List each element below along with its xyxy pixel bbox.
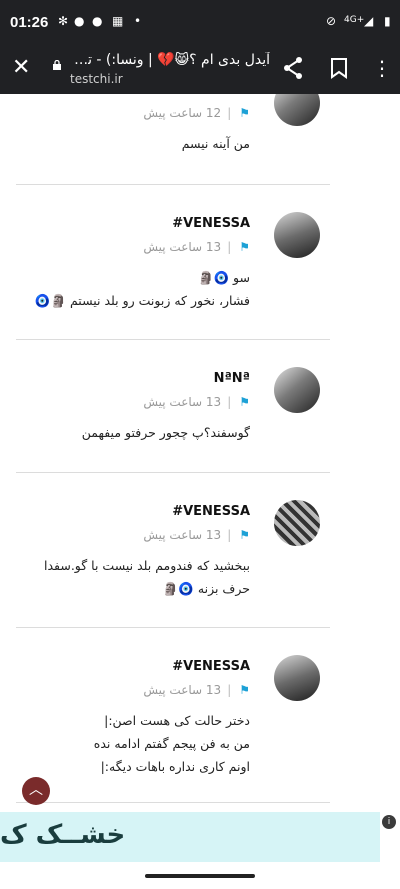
comment-meta: ⚑|13 ساعت پیش (143, 395, 250, 409)
status-time: 01:26 (10, 14, 49, 31)
ad-banner-text: خشــک ک (0, 820, 126, 850)
comment-meta: ⚑|13 ساعت پیش (143, 528, 250, 542)
comment-item: #VENESSA ⚑|13 ساعت پیش دختر حالت کی هست … (16, 627, 330, 803)
bookmark-icon[interactable] (330, 57, 348, 79)
dot-icon: • (134, 14, 142, 28)
pinwheel-icon: ✻ (58, 14, 69, 28)
more-options-icon[interactable]: ⋮ (372, 56, 392, 80)
comments-list: ⚑|12 ساعت پیش من آینه نیسم #VENESSA ⚑|13… (0, 94, 400, 812)
flag-icon[interactable]: ⚑ (239, 240, 250, 254)
comment-time: 13 ساعت پیش (143, 683, 222, 697)
flag-icon[interactable]: ⚑ (239, 395, 250, 409)
avatar[interactable] (274, 212, 320, 258)
comment-author[interactable]: #VENESSA (172, 216, 250, 231)
comment-meta: ⚑|13 ساعت پیش (143, 683, 250, 697)
navigation-bar (0, 862, 400, 889)
notification-badge-icon: ● (74, 14, 85, 28)
ad-banner[interactable]: خشــک ک (0, 812, 380, 862)
comment-text: سو 🧿🗿 فشار، نخور که زبونت رو بلد نیستم 🗿… (0, 266, 250, 312)
scroll-to-top-button[interactable]: ︿ (22, 777, 50, 805)
comment-meta: ⚑|12 ساعت پیش (143, 106, 250, 120)
comment-item: NªNª ⚑|13 ساعت پیش گوسفند؟پ چجور حرفتو م… (16, 339, 330, 473)
comment-item: #VENESSA ⚑|13 ساعت پیش ببخشید که فندومم … (16, 472, 330, 628)
comment-time: 13 ساعت پیش (143, 528, 222, 542)
network-type: 4G+ (344, 15, 365, 25)
home-gesture-handle[interactable] (145, 874, 255, 878)
flag-icon[interactable]: ⚑ (239, 683, 250, 697)
flag-icon[interactable]: ⚑ (239, 528, 250, 542)
ad-info-icon[interactable]: i (382, 815, 396, 829)
comment-text: گوسفند؟پ چجور حرفتو میفهمن (0, 421, 250, 444)
comment-line: دختر حالت کی هست اصن:| (104, 713, 250, 728)
comment-author[interactable]: #VENESSA (172, 659, 250, 674)
comment-line: حرف بزنه 🧿🗿 (162, 581, 250, 596)
comment-line: ببخشید که فندومم بلد نیست با گو.سفدا (43, 558, 250, 573)
comment-author[interactable]: #VENESSA (172, 504, 250, 519)
comment-time: 13 ساعت پیش (143, 395, 222, 409)
avatar[interactable] (274, 655, 320, 701)
comment-line: گوسفند؟پ چجور حرفتو میفهمن (81, 425, 250, 440)
comment-line: من به فن پیجم گفتم ادامه نده (93, 736, 250, 751)
page-title: آیدل بدی ام ؟😸💔 | ونسا:) - تس.. (70, 52, 270, 68)
comment-line: اونم کاری نداره باهات دیگه:| (100, 759, 250, 774)
comment-line: سو 🧿🗿 (197, 270, 250, 285)
signal-icon: ◢ (364, 14, 374, 28)
close-icon[interactable]: ✕ (12, 55, 30, 80)
comment-text: ببخشید که فندومم بلد نیست با گو.سفدا حرف… (0, 554, 250, 600)
mute-icon: ⊘ (326, 14, 337, 28)
comment-item: #VENESSA ⚑|13 ساعت پیش سو 🧿🗿 فشار، نخور … (16, 184, 330, 340)
status-bar: 01:26 ✻ ● ● ▦ • ⊘ 4G+ ◢ ▮ (0, 0, 400, 46)
comment-text: من آینه نیسم (0, 132, 250, 155)
comment-line: فشار، نخور که زبونت رو بلد نیستم 🗿🧿 (34, 293, 250, 308)
pinterest-icon: ● (92, 14, 103, 28)
battery-icon: ▮ (384, 14, 391, 28)
avatar[interactable] (274, 500, 320, 546)
comment-time: 13 ساعت پیش (143, 240, 222, 254)
store-icon: ▦ (112, 14, 124, 28)
flag-icon[interactable]: ⚑ (239, 106, 250, 120)
comment-time: 12 ساعت پیش (143, 106, 222, 120)
comment-author[interactable]: NªNª (214, 371, 250, 386)
page-url[interactable]: testchi.ir (70, 72, 123, 86)
avatar[interactable] (274, 367, 320, 413)
lock-icon (53, 60, 61, 70)
browser-toolbar: ✕ آیدل بدی ام ؟😸💔 | ونسا:) - تس.. testch… (0, 46, 400, 94)
share-icon[interactable] (282, 56, 304, 80)
comment-line: من آینه نیسم (181, 136, 250, 151)
comment-item: ⚑|12 ساعت پیش من آینه نیسم (16, 94, 330, 185)
comment-meta: ⚑|13 ساعت پیش (143, 240, 250, 254)
comment-text: دختر حالت کی هست اصن:| من به فن پیجم گفت… (0, 709, 250, 778)
avatar[interactable] (274, 94, 320, 126)
chevron-up-icon: ︿ (29, 782, 43, 798)
